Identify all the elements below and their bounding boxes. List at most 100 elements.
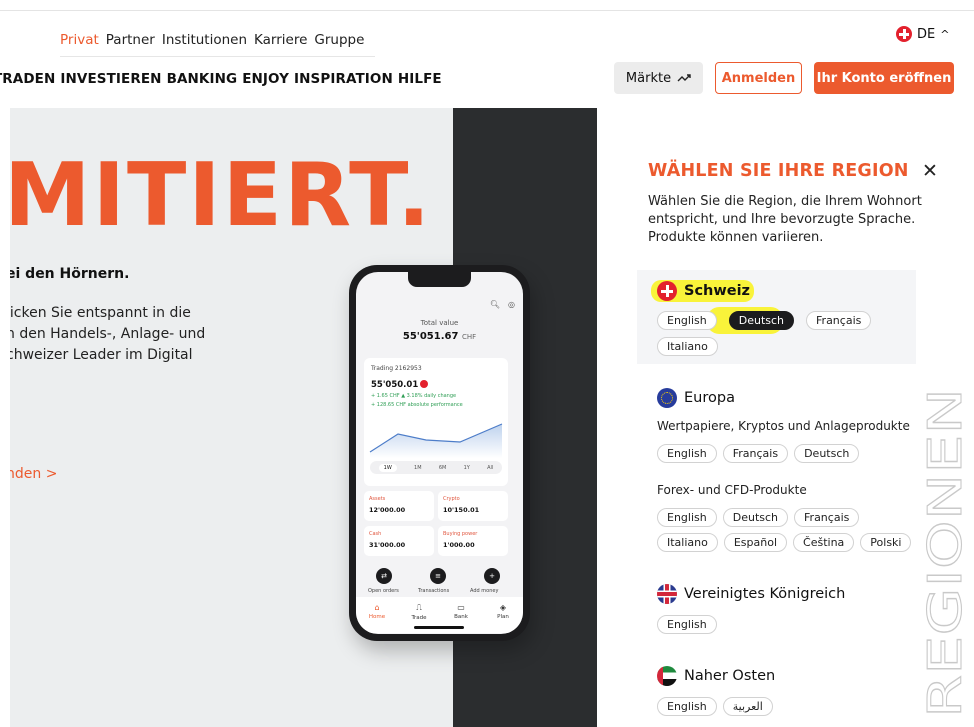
main-nav-enjoy[interactable]: ENJOY: [242, 71, 289, 87]
lang-chip-deutsch[interactable]: Deutsch: [722, 508, 789, 527]
main-nav-hilfe[interactable]: HILFE: [398, 71, 442, 87]
tab-home[interactable]: ⌂ Home: [362, 603, 392, 620]
lang-chip-cestina[interactable]: Čeština: [793, 533, 855, 552]
tile-label: Crypto: [443, 496, 460, 502]
top-nav-karriere[interactable]: Karriere: [254, 32, 307, 48]
main-nav-traden[interactable]: TRADEN: [0, 71, 55, 87]
europa-forex-languages-row2: Italiano Español Čeština Polski: [657, 533, 912, 552]
transactions-icon[interactable]: ≡: [430, 568, 446, 584]
add-money-icon[interactable]: +: [484, 568, 500, 584]
markets-label: Märkte: [625, 70, 672, 86]
hero-desc-line: chweizer Leader im Digital: [10, 347, 193, 363]
tile-value: 1'000.00: [443, 541, 475, 549]
lang-chip-francais[interactable]: Français: [806, 311, 872, 330]
period-1y[interactable]: 1Y: [464, 465, 470, 471]
europa-forex-languages: English Deutsch Français: [657, 508, 860, 527]
top-nav-privat[interactable]: Privat: [60, 32, 99, 48]
language-label: DE: [917, 26, 936, 42]
uk-flag-icon: [657, 584, 677, 604]
cash-tile[interactable]: Cash 31'000.00: [364, 526, 434, 556]
top-nav: Privat Partner Institutionen Karriere Gr…: [60, 32, 364, 48]
lang-chip-english[interactable]: English: [657, 444, 717, 463]
region-name: Naher Osten: [684, 668, 776, 684]
top-nav-institutionen[interactable]: Institutionen: [162, 32, 247, 48]
tile-label: Cash: [369, 531, 382, 537]
main-nav-banking[interactable]: BANKING: [167, 71, 238, 87]
tile-value: 10'150.01: [443, 506, 480, 514]
language-switcher[interactable]: DE ^: [896, 26, 949, 42]
total-value-currency: CHF: [461, 333, 477, 341]
region-name: Europa: [684, 390, 735, 406]
top-nav-gruppe[interactable]: Gruppe: [314, 32, 364, 48]
close-icon[interactable]: ✕: [922, 160, 938, 182]
plan-icon: ◈: [499, 603, 507, 612]
main-nav-inspiration[interactable]: INSPIRATION: [294, 71, 393, 87]
lang-chip-deutsch[interactable]: Deutsch: [794, 444, 860, 463]
period-all[interactable]: All: [487, 465, 493, 471]
tab-label: Bank: [454, 614, 468, 620]
main-nav: TRADEN INVESTIEREN BANKING ENJOY INSPIRA…: [0, 71, 442, 87]
tile-value: 31'000.00: [369, 541, 406, 549]
login-button[interactable]: Anmelden: [715, 62, 802, 94]
product-group-label: Forex- und CFD-Produkte: [657, 483, 807, 497]
hero-cta-link[interactable]: nden >: [10, 466, 57, 482]
main-nav-investieren[interactable]: INVESTIEREN: [60, 71, 161, 87]
crypto-tile[interactable]: Crypto 10'150.01: [438, 491, 508, 521]
assets-tile[interactable]: Assets 12'000.00: [364, 491, 434, 521]
lang-chip-italiano[interactable]: Italiano: [657, 337, 718, 356]
period-selector: 1W 1M 6M 1Y All: [370, 461, 502, 474]
period-1m[interactable]: 1M: [414, 465, 422, 471]
middle-east-languages: English العربية: [657, 697, 773, 716]
tile-label: Buying power: [443, 531, 478, 537]
tab-plan[interactable]: ◈ Plan: [488, 603, 518, 620]
trading-value: 55'050.01: [371, 380, 429, 390]
lang-chip-francais[interactable]: Français: [794, 508, 860, 527]
buying-power-tile[interactable]: Buying power 1'000.00: [438, 526, 508, 556]
region-vereinigtes-koenigreich[interactable]: Vereinigtes Königreich: [657, 584, 845, 604]
swiss-flag-icon: [420, 380, 429, 388]
lang-chip-espanol[interactable]: Español: [723, 533, 788, 552]
action-label: Open orders: [368, 588, 399, 594]
tile-label: Assets: [369, 496, 386, 502]
lang-chip-polski[interactable]: Polski: [860, 533, 912, 552]
lang-chip-english[interactable]: English: [657, 615, 717, 634]
region-naher-osten[interactable]: Naher Osten: [657, 666, 775, 686]
hero-desc-line: n den Handels-, Anlage- und: [10, 326, 206, 342]
swiss-flag-icon: [896, 26, 912, 42]
hero-desc-line: licken Sie entspannt in die: [10, 305, 191, 321]
markets-button[interactable]: Märkte: [614, 62, 703, 94]
lang-chip-francais[interactable]: Français: [722, 444, 789, 463]
search-icon: 🔍︎: [489, 300, 501, 309]
uae-flag-icon: [657, 666, 677, 686]
lang-chip-italiano[interactable]: Italiano: [657, 533, 718, 552]
daily-change: + 1.65 CHF ▲ 3.18% daily change: [371, 393, 457, 399]
open-orders-icon[interactable]: ⇄: [376, 568, 392, 584]
lang-chip-english[interactable]: English: [657, 697, 717, 716]
trading-value-number: 55'050.01: [371, 380, 419, 390]
lang-chip-english[interactable]: English: [657, 311, 717, 330]
total-value: 55'051.67 CHF: [356, 331, 523, 342]
top-nav-partner[interactable]: Partner: [106, 32, 155, 48]
hero-section: MITIERT. ei den Hörnern. licken Sie ents…: [10, 108, 597, 727]
lang-chip-english[interactable]: English: [657, 508, 717, 527]
action-label: Transactions: [418, 588, 450, 594]
phone-mockup: 🔍︎ ◎ Total value 55'051.67 CHF Trading 2…: [349, 265, 530, 641]
region-europa[interactable]: Europa: [657, 388, 735, 408]
home-icon: ⌂: [374, 603, 380, 612]
regionen-outline-text: REGIONEN: [918, 388, 972, 718]
tab-trade[interactable]: ⎍ Trade: [404, 603, 434, 621]
schweiz-languages-row2: Italiano: [657, 337, 718, 356]
europa-securities-languages: English Français Deutsch: [657, 444, 860, 463]
open-account-button[interactable]: Ihr Konto eröffnen: [814, 62, 954, 94]
trading-label: Trading 2162953: [371, 365, 422, 372]
trading-card: Trading 2162953 55'050.01 + 1.65 CHF ▲ 3…: [364, 358, 508, 486]
period-6m[interactable]: 6M: [439, 465, 447, 471]
action-label: Add money: [470, 588, 499, 594]
region-name: Schweiz: [684, 283, 751, 299]
lang-chip-arabic[interactable]: العربية: [722, 697, 773, 716]
region-schweiz[interactable]: Schweiz: [657, 281, 750, 301]
period-1w[interactable]: 1W: [378, 463, 397, 472]
lang-chip-deutsch[interactable]: Deutsch: [728, 311, 795, 330]
hero-title: MITIERT.: [10, 144, 433, 246]
tab-bank[interactable]: ▭ Bank: [446, 603, 476, 620]
